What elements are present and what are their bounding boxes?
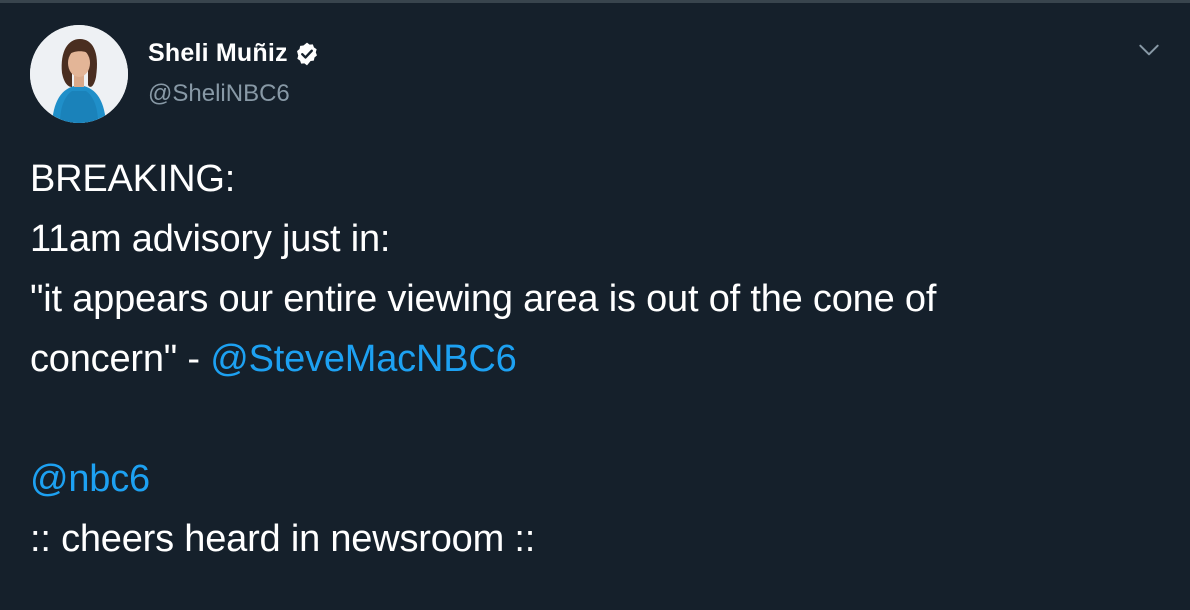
verified-badge-icon [294, 41, 320, 67]
tweet-line: BREAKING: [30, 158, 236, 200]
author-avatar[interactable] [30, 25, 128, 123]
tweet-line: :: cheers heard in newsroom :: [30, 518, 536, 560]
author-display-name[interactable]: Sheli Muñiz [148, 39, 288, 68]
avatar-image [30, 25, 128, 123]
tweet-line: "it appears our entire viewing area is o… [30, 278, 937, 320]
chevron-down-icon[interactable] [1136, 37, 1162, 63]
tweet-line: concern" - @SteveMacNBC6 [30, 329, 1150, 389]
tweet-line: 11am advisory just in: [30, 218, 391, 260]
tweet-text: BREAKING: 11am advisory just in: "it app… [30, 149, 1150, 569]
tweet-line: @nbc6 [30, 449, 1150, 509]
author-name-row: Sheli Muñiz [148, 39, 320, 68]
author-handle[interactable]: @SheliNBC6 [148, 80, 290, 108]
mention-link[interactable]: @nbc6 [30, 458, 150, 500]
mention-link[interactable]: @SteveMacNBC6 [210, 338, 517, 380]
tweet-line-text: concern" - [30, 338, 211, 380]
tweet-card: Sheli Muñiz @SheliNBC6 BREAKING: 11am ad… [0, 0, 1190, 610]
